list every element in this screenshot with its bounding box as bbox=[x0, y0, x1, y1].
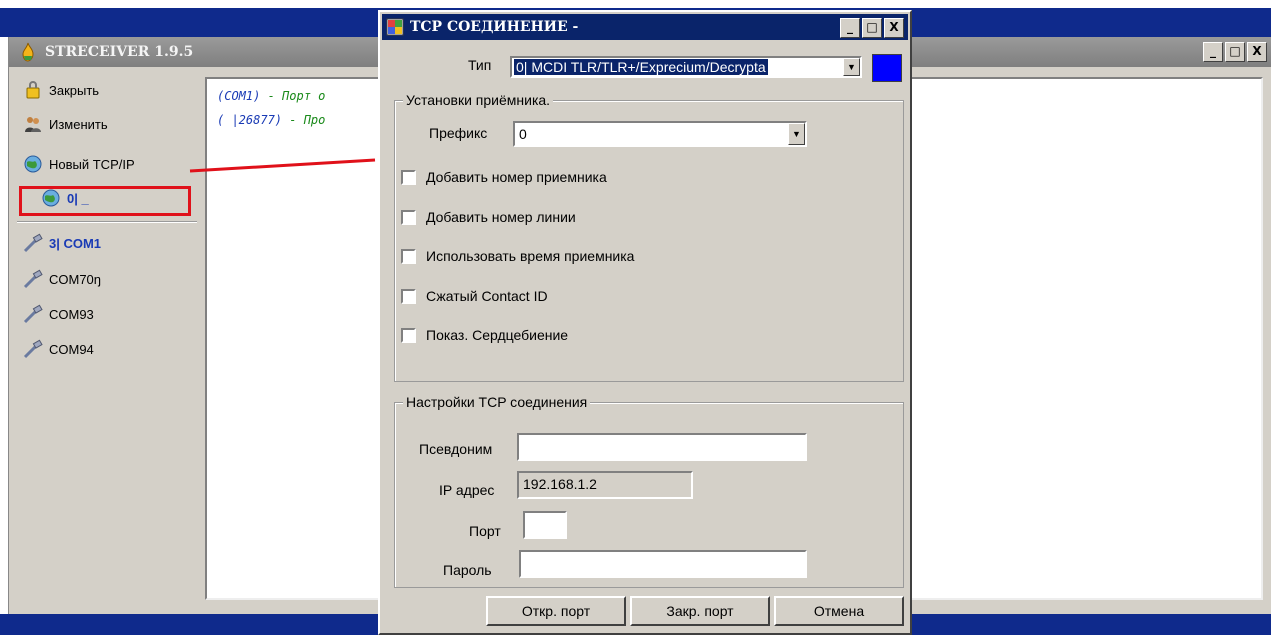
minimize-button[interactable]: _ bbox=[840, 18, 860, 38]
lock-icon bbox=[26, 81, 40, 99]
password-label: Пароль bbox=[443, 562, 492, 578]
checkbox-box[interactable] bbox=[401, 248, 416, 264]
prefix-label: Префикс bbox=[429, 125, 488, 141]
password-input[interactable] bbox=[519, 550, 807, 578]
minimize-button[interactable]: _ bbox=[1203, 42, 1223, 62]
app-logo-icon bbox=[22, 42, 34, 62]
maximize-button[interactable]: □ bbox=[1225, 42, 1245, 62]
checkbox-label: Добавить номер линии bbox=[426, 209, 576, 225]
sidebar-divider bbox=[17, 221, 197, 223]
window-icon bbox=[386, 18, 404, 36]
sidebar-item-com1[interactable]: 3| COM1 bbox=[23, 230, 101, 256]
sidebar-item-label: 3| COM1 bbox=[49, 235, 102, 251]
main-window-title: STRECEIVER 1.9.5 bbox=[45, 44, 194, 60]
open-port-button[interactable]: Откр. порт bbox=[486, 596, 626, 626]
prefix-select-value: 0 bbox=[519, 126, 527, 142]
sidebar-item-label: COM93 bbox=[49, 306, 94, 322]
checkbox-box[interactable] bbox=[401, 169, 416, 185]
main-window-controls: _ □ X bbox=[1203, 42, 1267, 62]
sidebar-item-com93[interactable]: COM93 bbox=[23, 301, 94, 327]
sidebar: Закрыть Изменить Новый TCP/IP 0| _ 3| CO… bbox=[9, 67, 199, 614]
sidebar-item-label: COM70ŋ bbox=[49, 271, 102, 287]
group-title: Настройки TCP соединения bbox=[403, 394, 591, 410]
dialog-window-controls: _ □ X bbox=[840, 18, 904, 38]
group-title: Установки приёмника. bbox=[403, 92, 554, 108]
port-label: Порт bbox=[469, 523, 501, 539]
use-receiver-time-checkbox[interactable]: Использовать время приемника bbox=[401, 248, 634, 264]
sidebar-item-edit[interactable]: Изменить bbox=[23, 111, 108, 137]
serial-cable-icon bbox=[23, 269, 43, 289]
type-label: Тип bbox=[468, 57, 492, 73]
receiver-settings-group: Установки приёмника. Префикс 0 ▼ Добавит… bbox=[394, 92, 904, 382]
close-button[interactable]: X bbox=[1247, 42, 1267, 62]
port-input[interactable] bbox=[523, 511, 567, 539]
add-receiver-number-checkbox[interactable]: Добавить номер приемника bbox=[401, 169, 607, 185]
sidebar-item-label: COM94 bbox=[49, 341, 94, 357]
sidebar-item-com70[interactable]: COM70ŋ bbox=[23, 266, 101, 292]
checkbox-box[interactable] bbox=[401, 327, 416, 343]
sidebar-item-close[interactable]: Закрыть bbox=[23, 77, 99, 103]
ip-address-input[interactable]: 192.168.1.2 bbox=[517, 471, 693, 499]
tcp-connection-dialog: TCP СОЕДИНЕНИЕ - _ □ X Тип 0| MCDI TLR/T… bbox=[378, 10, 912, 635]
checkbox-box[interactable] bbox=[401, 288, 416, 304]
log-desc: - Порт о bbox=[260, 89, 326, 103]
cancel-button[interactable]: Отмена bbox=[774, 596, 904, 626]
sidebar-item-label: Новый TCP/IP bbox=[49, 156, 135, 172]
log-line: (COM1) - Порт о bbox=[217, 89, 325, 103]
type-select[interactable]: 0| MCDI TLR/TLR+/Exprecium/Decrypta ▼ bbox=[510, 56, 862, 78]
close-port-button[interactable]: Закр. порт bbox=[630, 596, 770, 626]
ip-label: IP адрес bbox=[439, 482, 495, 498]
checkbox-box[interactable] bbox=[401, 209, 416, 225]
sidebar-item-new-tcp[interactable]: Новый TCP/IP bbox=[23, 151, 135, 177]
checkbox-label: Добавить номер приемника bbox=[426, 169, 607, 185]
chevron-down-icon[interactable]: ▼ bbox=[843, 58, 860, 76]
show-heartbeat-checkbox[interactable]: Показ. Сердцебиение bbox=[401, 327, 568, 343]
log-port: ( |26877) bbox=[217, 113, 283, 127]
close-button[interactable]: X bbox=[884, 18, 904, 38]
maximize-button[interactable]: □ bbox=[862, 18, 882, 38]
people-icon bbox=[25, 117, 41, 132]
type-select-value: 0| MCDI TLR/TLR+/Exprecium/Decrypta bbox=[514, 59, 768, 75]
highlight-box bbox=[19, 186, 191, 216]
sidebar-item-label: Изменить bbox=[49, 116, 108, 132]
checkbox-label: Сжатый Contact ID bbox=[426, 288, 548, 304]
checkbox-label: Показ. Сердцебиение bbox=[426, 327, 569, 343]
log-line: ( |26877) - Про bbox=[217, 113, 325, 127]
log-desc: - Про bbox=[282, 113, 326, 127]
chevron-down-icon[interactable]: ▼ bbox=[788, 123, 805, 145]
tcp-settings-group: Настройки TCP соединения Псевдоним IP ад… bbox=[394, 394, 904, 588]
serial-cable-icon bbox=[23, 339, 43, 359]
checkbox-label: Использовать время приемника bbox=[426, 248, 635, 264]
globe-icon bbox=[24, 155, 42, 173]
sidebar-item-com94[interactable]: COM94 bbox=[23, 336, 94, 362]
serial-cable-icon bbox=[23, 304, 43, 324]
alias-input[interactable] bbox=[517, 433, 807, 461]
compressed-contact-id-checkbox[interactable]: Сжатый Contact ID bbox=[401, 288, 548, 304]
dialog-title: TCP СОЕДИНЕНИЕ - bbox=[410, 19, 579, 35]
log-port: (COM1) bbox=[217, 89, 261, 103]
prefix-select[interactable]: 0 ▼ bbox=[513, 121, 807, 147]
alias-label: Псевдоним bbox=[419, 441, 493, 457]
dialog-title-bar[interactable]: TCP СОЕДИНЕНИЕ - _ □ X bbox=[382, 14, 908, 40]
serial-cable-icon bbox=[23, 233, 43, 253]
color-swatch[interactable] bbox=[872, 54, 902, 82]
add-line-number-checkbox[interactable]: Добавить номер линии bbox=[401, 209, 576, 225]
sidebar-item-label: Закрыть bbox=[49, 82, 100, 98]
